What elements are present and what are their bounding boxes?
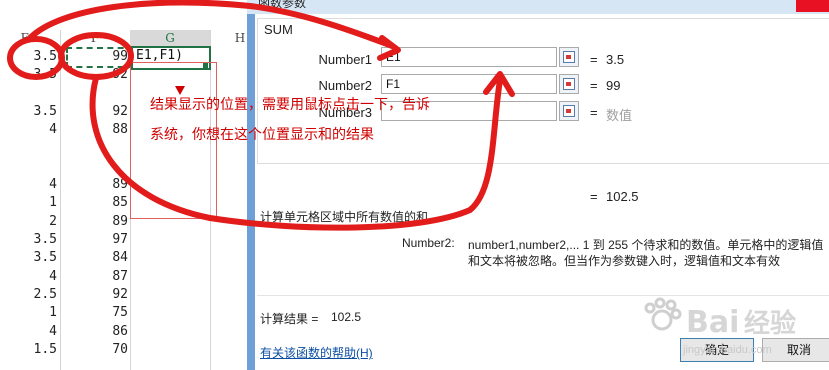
circle-e1-annotation (7, 36, 65, 80)
annotation-overlay (7, 0, 515, 231)
circle-f1-annotation (58, 32, 134, 80)
arrow-to-number2 (89, 75, 503, 231)
arrow-to-number1 (27, 0, 395, 49)
